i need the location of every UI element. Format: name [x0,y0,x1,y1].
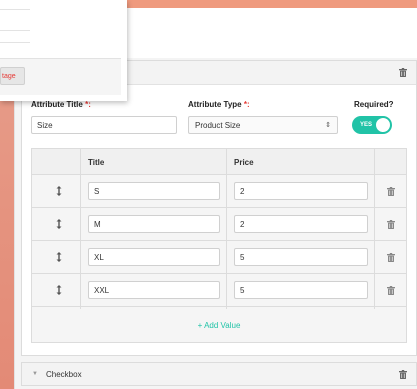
value-title-input[interactable]: M [88,215,220,233]
stage-button[interactable]: tage [0,67,25,85]
value-price-input[interactable]: 2 [234,182,368,200]
toggle-knob [376,118,390,132]
value-price-text: 5 [240,252,245,262]
table-row: M 2 [32,208,406,241]
drag-handle-icon[interactable] [56,219,62,229]
required-mark: *: [85,100,91,109]
attribute-type-select[interactable]: Product Size ⇕ [188,116,338,134]
value-title-text: M [94,219,101,229]
value-price-text: 5 [240,285,245,295]
collapse-caret-icon[interactable]: ▼ [32,371,38,377]
value-price-text: 2 [240,186,245,196]
top-accent-strip [120,0,417,8]
column-header-price: Price [234,158,254,167]
table-row: XL 5 [32,241,406,274]
required-label: Required? [354,100,394,109]
divider [0,30,30,31]
value-title-text: S [94,186,100,196]
divider [0,42,30,43]
value-title-input[interactable]: XL [88,248,220,266]
value-title-input[interactable]: XXL [88,281,220,299]
attribute-title-input[interactable]: Size [31,116,177,134]
value-title-input[interactable]: S [88,182,220,200]
column-header-title: Title [88,158,105,167]
popup-dialog: tage [0,0,127,101]
delete-attribute-trash-icon[interactable] [399,68,407,77]
drag-handle-icon[interactable] [56,252,62,262]
value-price-text: 2 [240,219,245,229]
value-title-text: XL [94,252,104,262]
value-price-input[interactable]: 2 [234,215,368,233]
value-title-text: XXL [94,285,110,295]
delete-row-trash-icon[interactable] [387,286,395,295]
required-mark: *: [243,100,250,109]
value-price-input[interactable]: 5 [234,248,368,266]
delete-row-trash-icon[interactable] [387,220,395,229]
attribute-title-label: Attribute Title *: [31,100,91,109]
delete-checkbox-trash-icon[interactable] [399,370,407,379]
required-toggle[interactable]: YES [352,116,392,134]
add-value-button[interactable]: + Add Value [32,309,406,342]
drag-handle-icon[interactable] [56,186,62,196]
attribute-values-table: Title Price S 2 M 2 XL 5 XXL 5 + Add Val… [31,148,407,343]
select-updown-icon: ⇕ [325,121,331,129]
toggle-yes-text: YES [360,122,373,128]
table-row: XXL 5 [32,274,406,307]
delete-row-trash-icon[interactable] [387,187,395,196]
value-price-input[interactable]: 5 [234,281,368,299]
table-header: Title Price [32,149,406,175]
attribute-type-label: Attribute Type *: [188,100,250,109]
checkbox-section-title: Checkbox [46,370,82,379]
attribute-type-value: Product Size [195,120,241,130]
divider [0,9,30,10]
attribute-title-value: Size [37,120,53,130]
checkbox-attribute-section[interactable]: ▼ Checkbox [21,362,417,386]
drag-handle-icon[interactable] [56,285,62,295]
table-row: S 2 [32,175,406,208]
delete-row-trash-icon[interactable] [387,253,395,262]
